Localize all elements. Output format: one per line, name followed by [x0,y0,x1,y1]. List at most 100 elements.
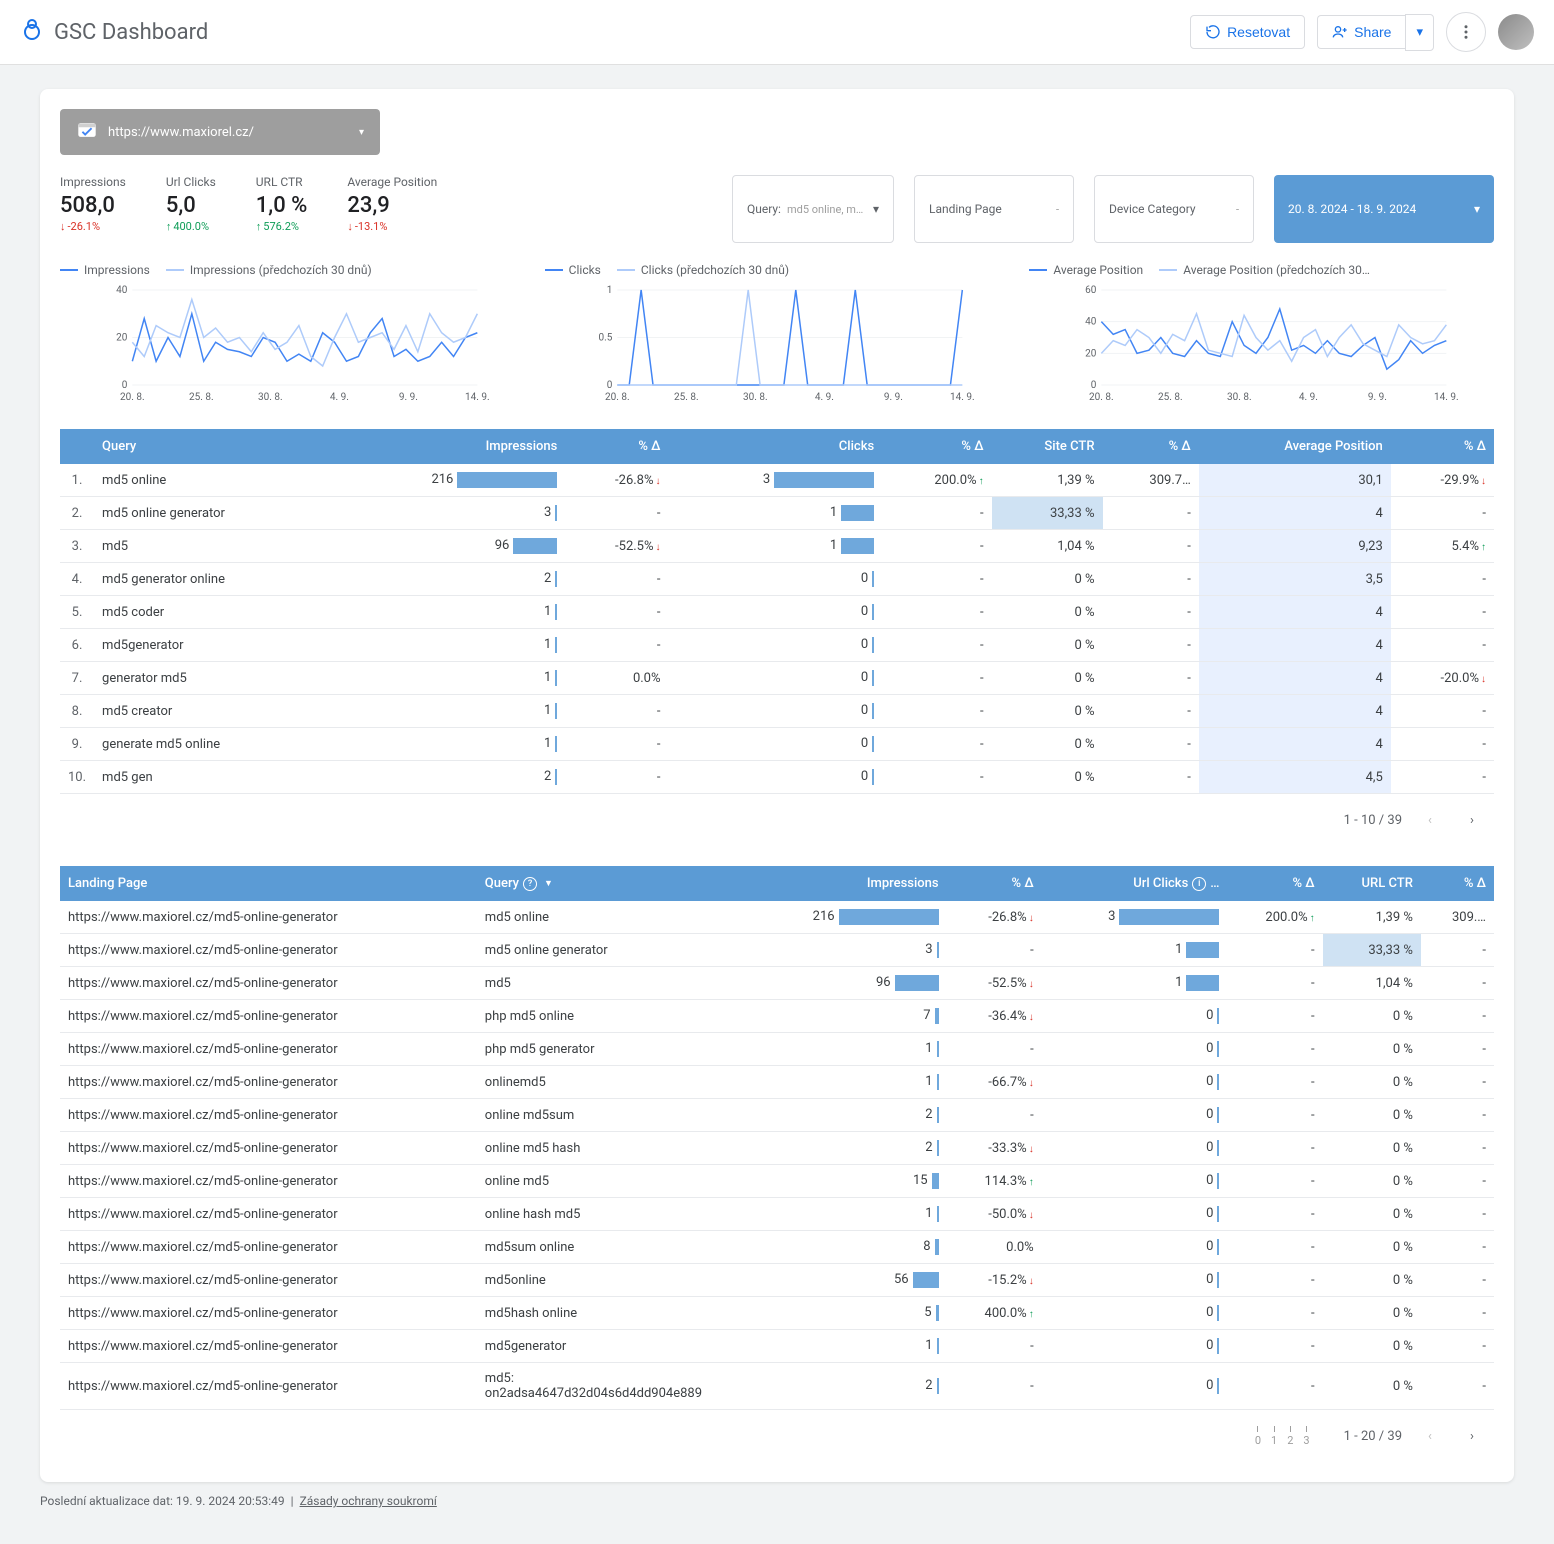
table-row[interactable]: 3.md596-52.5%↓1-1,04 %-9,235.4%↑ [60,530,1494,563]
user-avatar[interactable] [1498,14,1534,50]
scorecard-clicks: Url Clicks 5,0 ↑400.0% [166,175,216,233]
privacy-link[interactable]: Zásady ochrany soukromí [300,1494,437,1508]
table-row[interactable]: 9.generate md5 online1-0-0 %-4- [60,728,1494,761]
column-header[interactable]: Query ?▼ [477,866,740,901]
svg-text:25. 8.: 25. 8. [1158,392,1183,403]
svg-text:25. 8.: 25. 8. [189,392,214,403]
table-row[interactable]: https://www.maxiorel.cz/md5-online-gener… [60,1231,1494,1264]
prev-page-button[interactable]: ‹ [1416,1422,1444,1450]
column-header[interactable]: Query [94,429,327,464]
reset-button[interactable]: Resetovat [1190,15,1305,49]
table-row[interactable]: 6.md5generator1-0-0 %-4- [60,629,1494,662]
svg-text:40: 40 [1085,317,1097,328]
svg-text:0: 0 [1091,380,1097,391]
share-button[interactable]: Share [1317,15,1405,49]
svg-text:9. 9.: 9. 9. [884,392,903,403]
svg-text:9. 9.: 9. 9. [1368,392,1387,403]
table-row[interactable]: https://www.maxiorel.cz/md5-online-gener… [60,1066,1494,1099]
column-header[interactable]: % Δ [1103,429,1199,464]
column-header[interactable]: Url Clicks i … [1042,866,1228,901]
chevron-down-icon: ▾ [873,202,879,216]
filter-date-range[interactable]: 20. 8. 2024 - 18. 9. 2024 ▾ [1274,175,1494,243]
footer: Poslední aktualizace dat: 19. 9. 2024 20… [40,1482,1514,1520]
svg-text:20. 8.: 20. 8. [605,392,630,403]
svg-text:40: 40 [116,285,128,296]
query-table: QueryImpressions% ΔClicks% ΔSite CTR% ΔA… [60,429,1494,794]
table-row[interactable]: 2.md5 online generator3-1-33,33 %-4- [60,497,1494,530]
site-url: https://www.maxiorel.cz/ [108,125,254,140]
svg-text:20. 8.: 20. 8. [120,392,145,403]
table-row[interactable]: https://www.maxiorel.cz/md5-online-gener… [60,934,1494,967]
chart: Average PositionAverage Position (předch… [1029,263,1494,409]
filter-query[interactable]: Query: md5 online, m… (39) ▾ [732,175,894,243]
chart: ClicksClicks (předchozích 30 dnů)00.5120… [545,263,1010,409]
table-row[interactable]: 7.generator md510.0%0-0 %-4-20.0%↓ [60,662,1494,695]
column-header[interactable]: % Δ [882,429,991,464]
table-row[interactable]: https://www.maxiorel.cz/md5-online-gener… [60,1264,1494,1297]
column-header[interactable]: Landing Page [60,866,477,901]
scorecards: Impressions 508,0 ↓-26.1% Url Clicks 5,0… [60,175,437,233]
prev-page-button[interactable]: ‹ [1416,806,1444,834]
report-card: https://www.maxiorel.cz/ ▾ Impressions 5… [40,89,1514,1482]
table-row[interactable]: 10.md5 gen2-0-0 %-4,5- [60,761,1494,794]
query-table-paginator: 1 - 10 / 39 ‹ › [60,794,1494,846]
chevron-down-icon: ▾ [359,127,364,138]
table-row[interactable]: https://www.maxiorel.cz/md5-online-gener… [60,901,1494,934]
svg-text:30. 8.: 30. 8. [1227,392,1252,403]
column-header[interactable]: Impressions [739,866,946,901]
svg-text:4. 9.: 4. 9. [330,392,349,403]
table-row[interactable]: https://www.maxiorel.cz/md5-online-gener… [60,1330,1494,1363]
table-row[interactable]: 5.md5 coder1-0-0 %-4- [60,596,1494,629]
column-header[interactable]: % Δ [1391,429,1494,464]
page-title: GSC Dashboard [54,20,208,45]
table-row[interactable]: 8.md5 creator1-0-0 %-4- [60,695,1494,728]
scorecard-ctr: URL CTR 1,0 % ↑576.2% [256,175,308,233]
column-header[interactable]: URL CTR [1323,866,1421,901]
svg-text:14. 9.: 14. 9. [950,392,975,403]
scorecard-position: Average Position 23,9 ↓-13.1% [347,175,437,233]
column-header[interactable]: Average Position [1199,429,1391,464]
table-row[interactable]: https://www.maxiorel.cz/md5-online-gener… [60,1033,1494,1066]
share-button-group: Share ▾ [1317,14,1434,51]
svg-text:4. 9.: 4. 9. [1299,392,1318,403]
column-header[interactable]: Site CTR [992,429,1103,464]
table-row[interactable]: https://www.maxiorel.cz/md5-online-gener… [60,1132,1494,1165]
topbar: GSC Dashboard Resetovat Share ▾ [0,0,1554,65]
table-row[interactable]: https://www.maxiorel.cz/md5-online-gener… [60,1297,1494,1330]
site-selector[interactable]: https://www.maxiorel.cz/ ▾ [60,109,380,155]
site-icon [76,119,98,145]
table-row[interactable]: 4.md5 generator online2-0-0 %-3,5- [60,563,1494,596]
svg-text:9. 9.: 9. 9. [399,392,418,403]
column-header[interactable]: % Δ [1421,866,1494,901]
column-header[interactable]: % Δ [947,866,1042,901]
table-row[interactable]: https://www.maxiorel.cz/md5-online-gener… [60,1000,1494,1033]
next-page-button[interactable]: › [1458,806,1486,834]
chevron-down-icon: ▾ [1474,202,1480,216]
column-header[interactable]: % Δ [565,429,668,464]
svg-text:30. 8.: 30. 8. [258,392,283,403]
column-header[interactable]: Impressions [327,429,565,464]
filter-landing-page[interactable]: Landing Page - [914,175,1074,243]
clicks-scale: 0123 [1255,1426,1310,1447]
table-row[interactable]: https://www.maxiorel.cz/md5-online-gener… [60,1165,1494,1198]
table-row[interactable]: https://www.maxiorel.cz/md5-online-gener… [60,1198,1494,1231]
column-header[interactable]: Clicks [669,429,883,464]
share-dropdown-icon[interactable]: ▾ [1405,14,1434,51]
column-header[interactable]: % Δ [1227,866,1322,901]
table-row[interactable]: https://www.maxiorel.cz/md5-online-gener… [60,1363,1494,1410]
table-row[interactable]: 1.md5 online216-26.8%↓3200.0%↑1,39 %309.… [60,464,1494,497]
svg-text:60: 60 [1085,285,1097,296]
filter-device[interactable]: Device Category - [1094,175,1254,243]
svg-text:20: 20 [1085,348,1097,359]
charts-row: ImpressionsImpressions (předchozích 30 d… [60,263,1494,409]
next-page-button[interactable]: › [1458,1422,1486,1450]
landing-page-table: Landing PageQuery ?▼Impressions% ΔUrl Cl… [60,866,1494,1410]
svg-text:0: 0 [122,380,128,391]
table-row[interactable]: https://www.maxiorel.cz/md5-online-gener… [60,1099,1494,1132]
svg-text:20: 20 [116,333,128,344]
more-menu-button[interactable] [1446,12,1486,52]
logo-icon [20,18,44,46]
scorecard-impressions: Impressions 508,0 ↓-26.1% [60,175,126,233]
column-header[interactable] [60,429,94,464]
table-row[interactable]: https://www.maxiorel.cz/md5-online-gener… [60,967,1494,1000]
